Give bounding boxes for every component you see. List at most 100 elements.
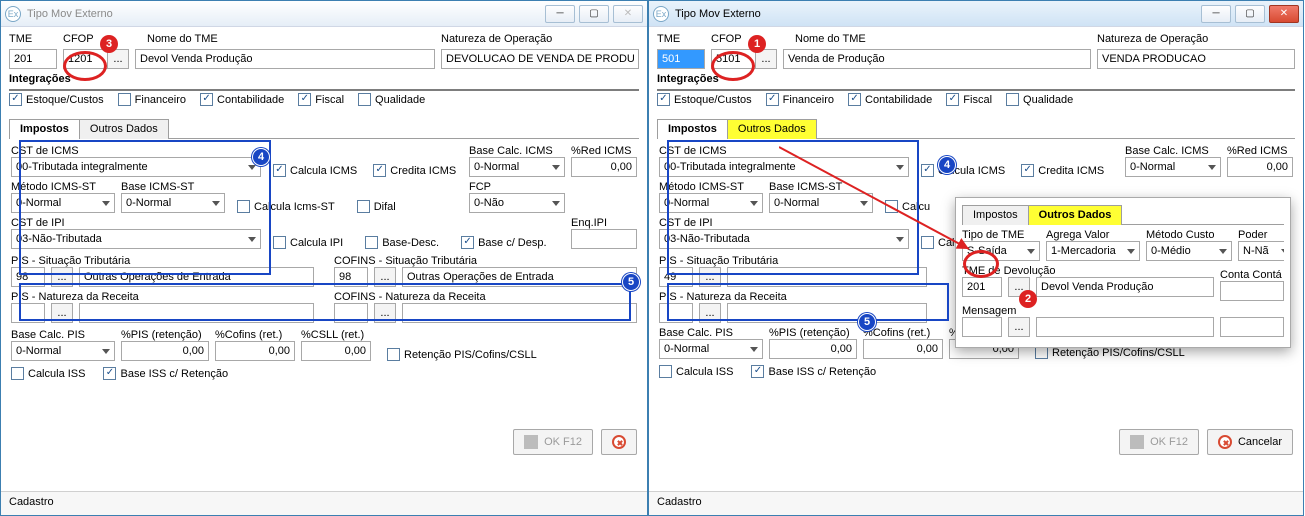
tab-impostos[interactable]: Impostos bbox=[9, 119, 80, 139]
credita-icms-checkbox[interactable]: Credita ICMS bbox=[373, 164, 456, 177]
cfop-lookup-button[interactable]: ... bbox=[755, 49, 777, 69]
minimize-button[interactable]: ─ bbox=[1201, 5, 1231, 23]
pis-nat-code-input[interactable] bbox=[659, 303, 693, 323]
cofins-desc-input[interactable] bbox=[402, 267, 637, 287]
close-button[interactable]: ✕ bbox=[613, 5, 643, 23]
base-iss-checkbox[interactable]: Base ISS c/ Retenção bbox=[751, 365, 876, 378]
tme-input[interactable] bbox=[9, 49, 57, 69]
contabilidade-checkbox[interactable]: Contabilidade bbox=[200, 93, 284, 106]
cst-ipi-select[interactable]: 03-Não-Tributada bbox=[659, 229, 909, 249]
cfop-input[interactable] bbox=[63, 49, 107, 69]
custo-select[interactable]: 0-Médio bbox=[1146, 241, 1232, 261]
pis-nat-lookup-button[interactable]: ... bbox=[699, 303, 721, 323]
cancel-button[interactable]: Cancelar bbox=[601, 429, 637, 455]
pis-desc-input[interactable] bbox=[79, 267, 314, 287]
cst-ipi-select[interactable]: 03-Não-Tributada bbox=[11, 229, 261, 249]
agrega-select[interactable]: 1-Mercadoria bbox=[1046, 241, 1140, 261]
close-button[interactable]: ✕ bbox=[1269, 5, 1299, 23]
contabilidade-checkbox[interactable]: Contabilidade bbox=[848, 93, 932, 106]
tab-outros-dados[interactable]: Outros Dados bbox=[727, 119, 817, 139]
cst-icms-select[interactable]: 00-Tributada integralmente bbox=[659, 157, 909, 177]
poder-select[interactable]: N-Nã bbox=[1238, 241, 1284, 261]
enq-ipi-input[interactable] bbox=[571, 229, 637, 249]
maximize-button[interactable]: ▢ bbox=[579, 5, 609, 23]
pis-code-input[interactable] bbox=[11, 267, 45, 287]
tab-impostos[interactable]: Impostos bbox=[657, 119, 728, 139]
minimize-button[interactable]: ─ bbox=[545, 5, 575, 23]
pis-ret-input[interactable] bbox=[769, 339, 857, 359]
nome-tme-input[interactable] bbox=[783, 49, 1091, 69]
nome-tme-input[interactable] bbox=[135, 49, 435, 69]
pis-nat-desc-input[interactable] bbox=[79, 303, 314, 323]
financeiro-checkbox[interactable]: Financeiro bbox=[118, 93, 186, 106]
cofins-ret-input[interactable] bbox=[215, 341, 295, 361]
maximize-button[interactable]: ▢ bbox=[1235, 5, 1265, 23]
popout-tab-impostos[interactable]: Impostos bbox=[962, 205, 1029, 225]
base-desc-checkbox[interactable]: Base-Desc. bbox=[365, 236, 439, 249]
mensagem-lookup-button[interactable]: ... bbox=[1008, 317, 1030, 337]
tab-outros-dados[interactable]: Outros Dados bbox=[79, 119, 169, 139]
base-desp-checkbox[interactable]: Base c/ Desp. bbox=[461, 236, 546, 249]
base-pis-select[interactable]: 0-Normal bbox=[11, 341, 115, 361]
red-icms-input[interactable] bbox=[1227, 157, 1293, 177]
cst-icms-select[interactable]: 00-Tributada integralmente bbox=[11, 157, 261, 177]
tme-input[interactable] bbox=[657, 49, 705, 69]
base-icms-select[interactable]: 0-Normal bbox=[1125, 157, 1221, 177]
tme-devolucao-desc-input[interactable] bbox=[1036, 277, 1214, 297]
ok-button[interactable]: OK F12 bbox=[513, 429, 593, 455]
calcula-st-checkbox[interactable]: Calcula Icms-ST bbox=[237, 200, 335, 213]
cofins-nat-desc-input[interactable] bbox=[402, 303, 637, 323]
estoque-checkbox[interactable]: Estoque/Custos bbox=[9, 93, 104, 106]
cofins-code-input[interactable] bbox=[334, 267, 368, 287]
metodo-st-select[interactable]: 0-Normal bbox=[659, 193, 763, 213]
pis-desc-input[interactable] bbox=[727, 267, 927, 287]
credita-icms-checkbox[interactable]: Credita ICMS bbox=[1021, 164, 1104, 177]
csll-ret-input[interactable] bbox=[301, 341, 371, 361]
calcu-st-checkbox[interactable]: Calcu bbox=[885, 200, 930, 213]
mensagem-code-input[interactable] bbox=[962, 317, 1002, 337]
cofins-nat-lookup-button[interactable]: ... bbox=[374, 303, 396, 323]
base-icms-select[interactable]: 0-Normal bbox=[469, 157, 565, 177]
retencao-checkbox[interactable]: Retenção PIS/Cofins/CSLL bbox=[387, 348, 537, 361]
calcula-icms-checkbox[interactable]: Calcula ICMS bbox=[921, 164, 1005, 177]
base-st-select[interactable]: 0-Normal bbox=[769, 193, 873, 213]
conta-contabil-input[interactable] bbox=[1220, 281, 1284, 301]
fiscal-checkbox[interactable]: Fiscal bbox=[946, 93, 992, 106]
tme-devolucao-code-input[interactable] bbox=[962, 277, 1002, 297]
popout-tab-outros[interactable]: Outros Dados bbox=[1028, 205, 1123, 225]
estoque-checkbox[interactable]: Estoque/Custos bbox=[657, 93, 752, 106]
cofins-nat-code-input[interactable] bbox=[334, 303, 368, 323]
metodo-st-select[interactable]: 0-Normal bbox=[11, 193, 115, 213]
calcula-iss-checkbox[interactable]: Calcula ISS bbox=[11, 367, 85, 380]
calcula-icms-checkbox[interactable]: Calcula ICMS bbox=[273, 164, 357, 177]
calcula-ipi-checkbox[interactable]: Calcula IPI bbox=[273, 236, 343, 249]
pis-ret-input[interactable] bbox=[121, 341, 209, 361]
cofins-code-lookup-button[interactable]: ... bbox=[374, 267, 396, 287]
natureza-input[interactable] bbox=[1097, 49, 1295, 69]
cfop-lookup-button[interactable]: ... bbox=[107, 49, 129, 69]
ok-button[interactable]: OK F12 bbox=[1119, 429, 1199, 455]
natureza-input[interactable] bbox=[441, 49, 639, 69]
cofins-ret-input[interactable] bbox=[863, 339, 943, 359]
difal-checkbox[interactable]: Difal bbox=[357, 200, 396, 213]
red-icms-input[interactable] bbox=[571, 157, 637, 177]
fcp-select[interactable]: 0-Não bbox=[469, 193, 565, 213]
qualidade-checkbox[interactable]: Qualidade bbox=[358, 93, 425, 106]
cfop-input[interactable] bbox=[711, 49, 755, 69]
mensagem-extra-input[interactable] bbox=[1220, 317, 1284, 337]
financeiro-checkbox[interactable]: Financeiro bbox=[766, 93, 834, 106]
pis-nat-code-input[interactable] bbox=[11, 303, 45, 323]
qualidade-checkbox[interactable]: Qualidade bbox=[1006, 93, 1073, 106]
base-iss-checkbox[interactable]: Base ISS c/ Retenção bbox=[103, 367, 228, 380]
pis-code-input[interactable] bbox=[659, 267, 693, 287]
cancel-button[interactable]: Cancelar bbox=[1207, 429, 1293, 455]
mensagem-desc-input[interactable] bbox=[1036, 317, 1214, 337]
base-pis-select[interactable]: 0-Normal bbox=[659, 339, 763, 359]
tme-devolucao-lookup-button[interactable]: ... bbox=[1008, 277, 1030, 297]
base-st-select[interactable]: 0-Normal bbox=[121, 193, 225, 213]
tipo-tme-select[interactable]: S-Saída bbox=[962, 241, 1040, 261]
pis-code-lookup-button[interactable]: ... bbox=[699, 267, 721, 287]
calcula-iss-checkbox[interactable]: Calcula ISS bbox=[659, 365, 733, 378]
fiscal-checkbox[interactable]: Fiscal bbox=[298, 93, 344, 106]
pis-nat-lookup-button[interactable]: ... bbox=[51, 303, 73, 323]
